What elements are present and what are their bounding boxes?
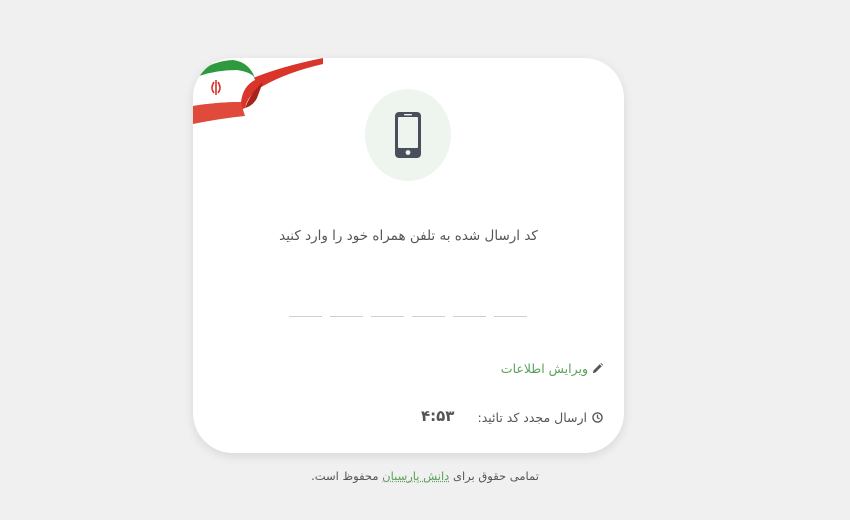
copyright-footer: تمامی حقوق برای دانش پارسیان محفوظ است.	[0, 469, 850, 483]
otp-digit-4[interactable]	[371, 294, 404, 317]
page: کد ارسال شده به تلفن همراه خود را وارد ک…	[0, 0, 850, 520]
clock-icon	[592, 412, 603, 423]
otp-digit-6[interactable]	[289, 294, 322, 317]
footer-brand-link[interactable]: دانش پارسیان	[382, 469, 449, 483]
iran-flag-ribbon-icon	[193, 58, 323, 124]
otp-digit-5[interactable]	[330, 294, 363, 317]
countdown-timer: ۴:۵۳	[421, 407, 455, 425]
otp-inputs	[289, 294, 527, 318]
mobile-phone-icon	[395, 112, 421, 158]
footer-suffix: محفوظ است.	[311, 469, 379, 483]
otp-digit-2[interactable]	[453, 294, 486, 317]
resend-row: ارسال مجدد کد تائید:	[477, 410, 603, 425]
verification-card: کد ارسال شده به تلفن همراه خود را وارد ک…	[193, 58, 624, 453]
footer-prefix: تمامی حقوق برای	[452, 469, 539, 483]
otp-digit-3[interactable]	[412, 294, 445, 317]
resend-label: ارسال مجدد کد تائید:	[477, 410, 587, 425]
phone-icon-circle	[365, 89, 451, 181]
otp-digit-1[interactable]	[494, 294, 527, 317]
pencil-icon	[592, 363, 603, 374]
verify-title: کد ارسال شده به تلفن همراه خود را وارد ک…	[279, 228, 538, 244]
edit-info-link[interactable]: ویرایش اطلاعات	[501, 361, 603, 376]
edit-info-label: ویرایش اطلاعات	[500, 361, 588, 376]
